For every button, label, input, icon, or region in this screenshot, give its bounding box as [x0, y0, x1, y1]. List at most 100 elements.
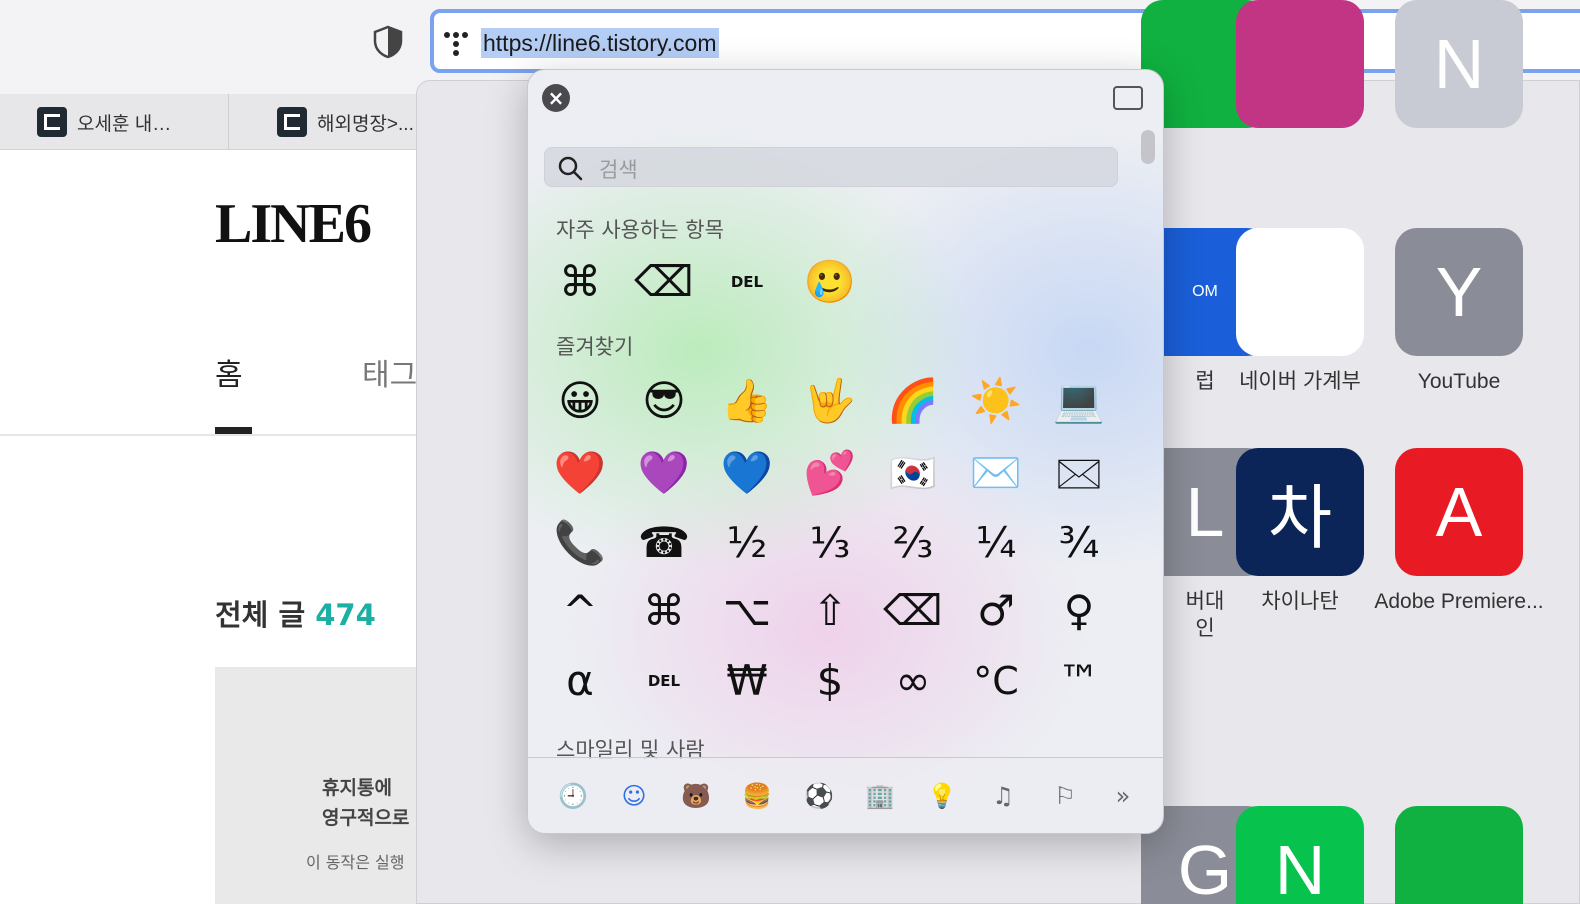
nav-tag[interactable]: 태그 [362, 350, 417, 394]
privacy-shield-icon[interactable] [372, 25, 404, 59]
tab-strip: 오세훈 내… 해외명장>... [0, 94, 420, 150]
emoji-cell[interactable]: ☀️ [961, 371, 1031, 431]
emoji-cell[interactable]: 🌈 [878, 371, 948, 431]
posts-label: 전체 글 [215, 598, 306, 632]
nav-active-indicator [215, 427, 252, 434]
frequent-section-title: 자주 사용하는 항목 [556, 218, 724, 242]
emoji-cell[interactable]: DEL [629, 651, 699, 711]
tab-label: 오세훈 내… [77, 113, 172, 135]
emoji-cell[interactable]: 💙 [712, 443, 782, 503]
category-bar: 🕘 ☺ 🐻 🍔 ⚽ 🏢 💡 ♫ ⚐ » [528, 757, 1163, 833]
emoji-cell[interactable]: ¼ [961, 513, 1031, 573]
emoji-cell[interactable]: 📞 [545, 513, 615, 573]
category-tab[interactable]: ☺ [614, 776, 654, 816]
favorite-tile[interactable]: Y [1395, 228, 1523, 356]
nav-home[interactable]: 홈 [215, 350, 243, 394]
tab-label: 해외명장>... [317, 113, 414, 135]
emoji-cell[interactable]: ¾ [1044, 513, 1114, 573]
favorite-tile[interactable]: N [1236, 806, 1364, 904]
emoji-cell[interactable]: $ [795, 651, 865, 711]
thumbnail-text: 영구적으로 [322, 807, 410, 829]
emoji-cell[interactable]: 😀 [545, 371, 615, 431]
emoji-cell[interactable]: ✉️ [961, 443, 1031, 503]
emoji-picker: × 검색 자주 사용하는 항목 즐겨찾기 스마일리 및 사람 ⌘ ⌫ DEL 🥲 😀 😎 👍… [527, 69, 1164, 834]
favorites-section-title: 즐겨찾기 [556, 335, 634, 359]
emoji-cell[interactable]: 🇰🇷 [878, 443, 948, 503]
emoji-search-field[interactable]: 검색 [544, 147, 1118, 187]
posts-count: 474 [315, 598, 376, 632]
emoji-cell[interactable]: ⌘ [629, 581, 699, 641]
emoji-cell[interactable]: ™ [1044, 651, 1114, 711]
picker-scrollbar[interactable] [1141, 130, 1155, 164]
category-tab[interactable]: » [1103, 776, 1143, 816]
emoji-cell[interactable]: ^ [545, 581, 615, 641]
search-placeholder: 검색 [599, 158, 638, 182]
favorite-label: Adobe Premiere... [1374, 590, 1544, 613]
favorite-glyph: N [1433, 25, 1485, 103]
tab-divider [228, 94, 229, 150]
search-icon [557, 155, 583, 181]
site-title[interactable]: LINE6 [215, 192, 372, 256]
emoji-cell[interactable]: 🤟 [795, 371, 865, 431]
emoji-cell[interactable]: ∞ [878, 651, 948, 711]
favorite-glyph: A [1435, 473, 1483, 551]
emoji-cell[interactable]: 👍 [712, 371, 782, 431]
favorite-glyph: 차 [1267, 478, 1333, 557]
site-menu-icon[interactable] [443, 31, 469, 57]
favorite-tile[interactable]: A [1395, 448, 1523, 576]
tistory-favicon-icon [277, 107, 307, 137]
emoji-cell[interactable]: DEL [712, 252, 782, 312]
favorite-glyph: G [1177, 831, 1233, 904]
emoji-cell[interactable]: 🥲 [795, 252, 865, 312]
emoji-cell[interactable]: ⅓ [795, 513, 865, 573]
emoji-cell[interactable]: 🖂 [1044, 443, 1114, 503]
favorite-label: 네이버 가계부 [1239, 370, 1361, 393]
favorite-label: YouTube [1417, 370, 1501, 393]
emoji-cell[interactable]: °C [961, 651, 1031, 711]
category-tab[interactable]: 🐻 [676, 776, 716, 816]
emoji-cell[interactable]: ☎ [629, 513, 699, 573]
favorite-glyph: L [1185, 473, 1225, 551]
emoji-cell[interactable]: ½ [712, 513, 782, 573]
category-tab[interactable]: ♫ [983, 776, 1023, 816]
tab-item[interactable]: 해외명장>... [277, 94, 414, 150]
favorite-tile[interactable] [1236, 0, 1364, 128]
category-tab[interactable]: 🏢 [860, 776, 900, 816]
emoji-cell[interactable]: ⌥ [712, 581, 782, 641]
favorite-glyph: Y [1435, 253, 1483, 331]
favorite-tile[interactable]: N [1395, 0, 1523, 128]
category-tab[interactable]: 💡 [922, 776, 962, 816]
emoji-cell[interactable]: 💜 [629, 443, 699, 503]
category-tab[interactable]: 🍔 [737, 776, 777, 816]
emoji-cell[interactable]: 💕 [795, 443, 865, 503]
favorite-glyph: N [1274, 831, 1326, 904]
character-viewer-icon[interactable] [1113, 86, 1143, 110]
category-tab[interactable]: 🕘 [553, 776, 593, 816]
emoji-cell[interactable]: α [545, 651, 615, 711]
url-text[interactable]: https://line6.tistory.com [481, 28, 719, 58]
close-icon[interactable]: × [542, 84, 570, 112]
emoji-cell[interactable]: ⌫ [878, 581, 948, 641]
emoji-cell[interactable]: ⌫ [629, 252, 699, 312]
emoji-cell[interactable]: ♀ [1044, 581, 1114, 641]
category-tab[interactable]: ⚐ [1045, 776, 1085, 816]
favorite-tile[interactable] [1236, 228, 1364, 356]
tistory-favicon-icon [37, 107, 67, 137]
thumbnail-subtext: 이 동작은 실행 [306, 853, 405, 872]
emoji-cell[interactable]: ⅔ [878, 513, 948, 573]
emoji-cell[interactable]: 😎 [629, 371, 699, 431]
emoji-cell[interactable]: ♂ [961, 581, 1031, 641]
thumbnail-text: 휴지통에 [322, 777, 392, 799]
emoji-cell[interactable]: ⌘ [545, 252, 615, 312]
favorite-label: 차이나탄 [1261, 590, 1339, 613]
favorite-tile[interactable] [1395, 806, 1523, 904]
emoji-cell[interactable]: ₩ [712, 651, 782, 711]
emoji-cell[interactable]: 💻 [1044, 371, 1114, 431]
nav-divider [0, 434, 420, 436]
category-tab[interactable]: ⚽ [799, 776, 839, 816]
tab-item[interactable]: 오세훈 내… [37, 94, 171, 150]
emoji-cell[interactable]: ❤️ [545, 443, 615, 503]
posts-heading: 전체 글 474 [215, 592, 376, 634]
emoji-cell[interactable]: ⇧ [795, 581, 865, 641]
favorite-tile[interactable]: 차 [1236, 448, 1364, 576]
